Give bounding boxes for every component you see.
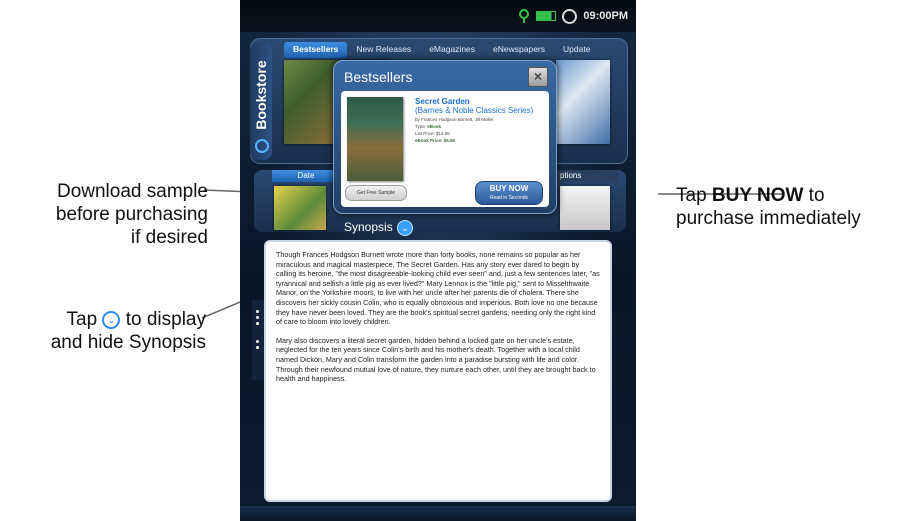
- get-free-sample-button[interactable]: Get Free Sample: [345, 185, 407, 201]
- book-series: (Barnes & Noble Classics Series): [415, 106, 534, 115]
- bestsellers-popup: Bestsellers × Secret Garden (Barnes & No…: [333, 60, 557, 214]
- battery-icon: [536, 11, 557, 21]
- tab-bestsellers[interactable]: Bestsellers: [284, 42, 348, 58]
- book-type: Type: eBook: [415, 124, 442, 129]
- status-time: 09:00PM: [583, 10, 628, 22]
- buy-now-callout: Tap BUY NOW to purchase immediately: [676, 185, 861, 229]
- wifi-icon: [519, 9, 530, 23]
- synopsis-paragraph: Mary also discovers a literal secret gar…: [276, 335, 596, 384]
- side-tab-toggle-icon[interactable]: [255, 139, 269, 153]
- book-title: Secret Garden: [415, 97, 470, 106]
- download-sample-callout: Download sample before purchasing if des…: [55, 181, 208, 248]
- close-icon[interactable]: ×: [528, 67, 548, 87]
- status-bar: 09:00PM: [240, 0, 636, 32]
- synopsis-paragraph: Though Frances Hodgson Burnett wrote mor…: [276, 250, 600, 327]
- list-price: List Price: $14.95: [415, 131, 450, 136]
- book-cover[interactable]: [284, 60, 338, 144]
- tab-update[interactable]: Update: [554, 42, 599, 58]
- tab-new-releases[interactable]: New Releases: [347, 42, 420, 58]
- popup-title: Bestsellers: [344, 69, 413, 85]
- alarm-clock-icon: [562, 8, 578, 24]
- synopsis-toggle-icon[interactable]: ⌄: [397, 220, 413, 236]
- tab-emagazines[interactable]: eMagazines: [420, 42, 484, 58]
- bookstore-side-tab[interactable]: Bookstore: [250, 42, 272, 160]
- book-cover[interactable]: [560, 186, 610, 230]
- book-info: Secret Garden (Barnes & Noble Classics S…: [415, 97, 547, 144]
- tab-options[interactable]: ptions: [556, 170, 618, 182]
- tab-enewspapers[interactable]: eNewspapers: [484, 42, 554, 58]
- buy-now-button[interactable]: BUY NOW Read in Seconds: [475, 181, 543, 205]
- chevron-circle-icon: ⌄: [102, 310, 121, 329]
- category-tabs: Bestsellers New Releases eMagazines eNew…: [284, 42, 599, 58]
- tab-date[interactable]: Date: [272, 170, 340, 182]
- device-screen: 09:00PM Bookstore Bestsellers New Releas…: [240, 0, 636, 521]
- synopsis-heading: Synopsis: [344, 220, 393, 234]
- toggle-synopsis-callout: Tap ⌄ to display and hide Synopsis: [50, 309, 206, 353]
- book-cover[interactable]: [274, 186, 326, 230]
- book-cover[interactable]: [556, 60, 610, 144]
- book-authors: by Frances Hodgson Burnett, Jill Muller: [415, 117, 494, 122]
- book-detail-card: Secret Garden (Barnes & Noble Classics S…: [341, 91, 549, 207]
- side-scroll-strip[interactable]: [252, 300, 264, 380]
- synopsis-text: Though Frances Hodgson Burnett wrote mor…: [264, 240, 612, 502]
- ebook-price: eBook Price: $5.50: [415, 138, 456, 143]
- book-cover-image: [347, 97, 403, 181]
- bottom-bar: [240, 506, 636, 521]
